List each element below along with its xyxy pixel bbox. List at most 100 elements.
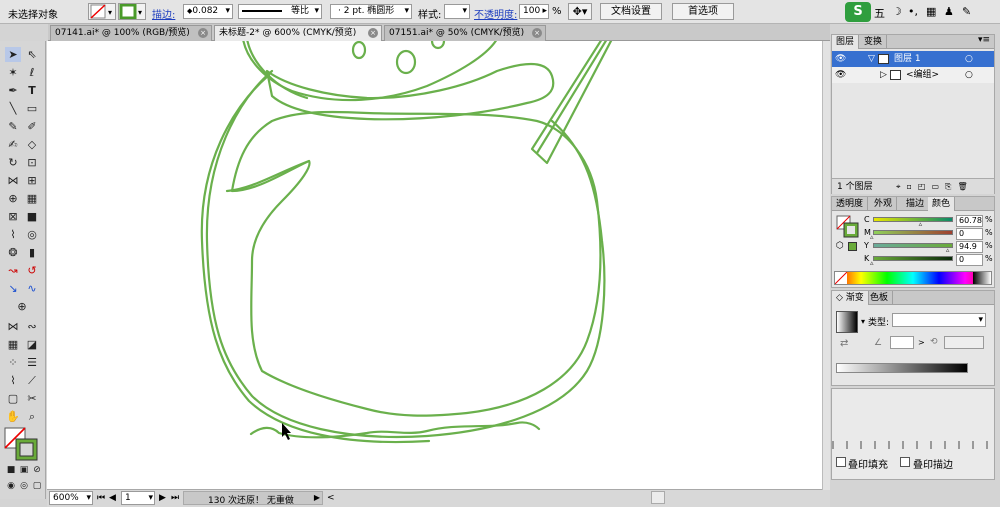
slider-thumb-icon[interactable]: ▵ [870, 259, 874, 267]
tab-07151[interactable]: 07151.ai* @ 50% (CMYK/预览) × [384, 25, 546, 41]
slider-thumb-icon[interactable]: ▵ [870, 233, 874, 241]
ime-logo-icon[interactable]: S [845, 2, 871, 22]
stroke-swatch-button[interactable]: ▾ [118, 3, 146, 20]
target-circle-icon[interactable]: ○ [965, 67, 973, 83]
snowman-artwork[interactable] [47, 32, 830, 490]
ime-mode-icon[interactable]: 五 [874, 5, 885, 21]
expand-triangle-icon[interactable]: ▽ [868, 51, 875, 67]
opacity-label[interactable]: 不透明度: [474, 6, 517, 21]
paintbrush-tool-icon[interactable]: ✎ [5, 119, 21, 134]
tab-transparency[interactable]: 透明度 [832, 197, 869, 211]
reverse-gradient-icon[interactable]: ⇄ [840, 338, 848, 349]
magic-wand-tool-icon[interactable]: ✶ [5, 65, 21, 80]
symbol-sprayer-tool-icon[interactable]: ❂ [5, 245, 21, 260]
slider-thumb-icon[interactable]: ▵ [919, 220, 923, 228]
artboard-tool-icon[interactable]: ↝ [5, 263, 21, 278]
grid-tool-icon[interactable]: ▦ [5, 337, 21, 352]
aspect-field[interactable] [944, 336, 984, 349]
close-icon[interactable]: × [198, 28, 208, 38]
line-tool-icon[interactable]: ╲ [5, 101, 21, 116]
direct-selection-tool-icon[interactable]: ⇖ [24, 47, 40, 62]
lasso-tool-icon[interactable]: ℓ [24, 65, 40, 80]
brush-definition[interactable]: · 2 pt. 椭圆形 ▾ [330, 4, 412, 19]
list-tool-icon[interactable]: ☰ [24, 355, 40, 370]
tab-layers[interactable]: 图层 [832, 35, 860, 49]
type-tool-icon[interactable]: T [24, 83, 40, 98]
gradient-tool-icon[interactable]: ■ [24, 209, 40, 224]
artboard-number-field[interactable]: 1 ▾ [121, 491, 155, 505]
pencil-tool-icon[interactable]: ✐ [24, 119, 40, 134]
rectangle-tool-icon[interactable]: ▭ [24, 101, 40, 116]
tab-color[interactable]: 颜色 [928, 197, 956, 211]
channel-slider[interactable] [873, 243, 953, 248]
slider-thumb-icon[interactable]: ▵ [946, 246, 950, 254]
ime-settings-icon[interactable]: ✎ [962, 5, 971, 18]
color-fill-stroke-swatch[interactable] [836, 215, 860, 239]
visibility-eye-icon[interactable]: 👁 [835, 67, 846, 83]
tab-stroke[interactable]: 描边 [902, 197, 930, 211]
layer-actions-icons[interactable]: ⌖▫◰▭⎘🗑 [896, 179, 974, 195]
selection-tool-icon[interactable]: ➤ [5, 47, 21, 62]
shape-builder-tool-icon[interactable]: ⊕ [5, 191, 21, 206]
gradient-thumbnail[interactable] [836, 311, 858, 333]
horizontal-scrollbar-thumb[interactable] [651, 491, 665, 504]
overprint-fill-checkbox[interactable] [836, 457, 846, 467]
visibility-eye-icon[interactable]: 👁 [835, 51, 846, 67]
close-icon[interactable]: × [368, 28, 378, 38]
stroke-label[interactable]: 描边: [152, 6, 175, 21]
vertical-scrollbar[interactable] [822, 41, 830, 490]
angle-menu-icon[interactable]: > [918, 338, 925, 347]
channel-slider[interactable] [873, 217, 953, 222]
preferences-button[interactable]: 首选项 [672, 3, 734, 20]
screen-mode-icon[interactable]: ▢ [29, 479, 45, 494]
scatter-tool-icon[interactable]: ⁘ [5, 355, 21, 370]
first-artboard-button[interactable]: ⏮ [97, 493, 105, 503]
status-info[interactable]: 130 次还原！ 无重做 ▶ [183, 491, 323, 506]
ime-punct-icon[interactable]: •, [908, 5, 918, 18]
tab-07141[interactable]: 07141.ai* @ 100% (RGB/预览) × [50, 25, 212, 41]
ime-moon-icon[interactable]: ☽ [892, 5, 902, 18]
scroll-left-button[interactable]: < [327, 493, 335, 503]
next-artboard-button[interactable]: ▶ [159, 493, 166, 503]
path-tool-a-icon[interactable]: ↘ [5, 281, 21, 296]
slice-tool-icon[interactable]: ↺ [24, 263, 40, 278]
measure-tool-icon[interactable]: ⟋ [24, 373, 40, 388]
variable-width-profile[interactable]: 等比 ▾ [238, 4, 322, 19]
stroke-weight-field[interactable]: ◆0.082 ▾ [183, 4, 233, 19]
last-artboard-button[interactable]: ⏭ [171, 493, 179, 503]
zoom-tool-icon[interactable]: ⌕ [24, 409, 40, 424]
tab-transform[interactable]: 变换 [860, 35, 888, 49]
channel-slider[interactable] [873, 230, 953, 235]
eyedropper2-tool-icon[interactable]: ⌇ [5, 373, 21, 388]
channel-value-field[interactable]: 94.9 [956, 241, 983, 253]
target-circle-icon[interactable]: ○ [965, 51, 973, 67]
document-setup-button[interactable]: 文档设置 [600, 3, 662, 20]
hand-tool-icon[interactable]: ✋ [5, 409, 21, 424]
tab-untitled-2[interactable]: 未标题-2* @ 600% (CMYK/预览) × [214, 25, 382, 41]
layer-row-group[interactable]: 👁 ▷ <编组> ○ [832, 67, 994, 83]
artboard-canvas[interactable] [47, 32, 830, 490]
crop-tool-icon[interactable]: ▢ [5, 391, 21, 406]
opacity-field[interactable]: 100 ▸ [519, 4, 549, 19]
width-tool-icon[interactable]: ⋈ [5, 173, 21, 188]
eyedropper-tool-icon[interactable]: ⌇ [5, 227, 21, 242]
blob-brush-tool-icon[interactable]: ✍ [5, 137, 21, 152]
paint-bucket-tool-icon[interactable]: ◪ [24, 337, 40, 352]
fill-stroke-swatch[interactable] [4, 427, 40, 461]
prev-artboard-button[interactable]: ◀ [109, 493, 116, 503]
expand-triangle-icon[interactable]: ▷ [880, 67, 887, 83]
gradient-type-select[interactable]: ▾ [892, 313, 986, 327]
gradient-ramp[interactable] [836, 363, 968, 373]
angle-field[interactable] [890, 336, 914, 349]
recolor-artwork-icon[interactable]: ✥▾ [568, 3, 592, 20]
mesh-tool-icon[interactable]: ⊠ [5, 209, 21, 224]
tab-appearance[interactable]: 外观 [870, 197, 898, 211]
ime-skin-icon[interactable]: ♟ [944, 5, 954, 18]
column-graph-tool-icon[interactable]: ▮ [24, 245, 40, 260]
pen-tool-icon[interactable]: ✒ [5, 83, 21, 98]
channel-value-field[interactable]: 0 [956, 254, 983, 266]
warp-tool-icon[interactable]: ⋈ [5, 319, 21, 334]
panel-menu-icon[interactable]: ▾≡ [978, 35, 990, 45]
close-icon[interactable]: × [532, 28, 542, 38]
wave-tool-icon[interactable]: ∾ [24, 319, 40, 334]
